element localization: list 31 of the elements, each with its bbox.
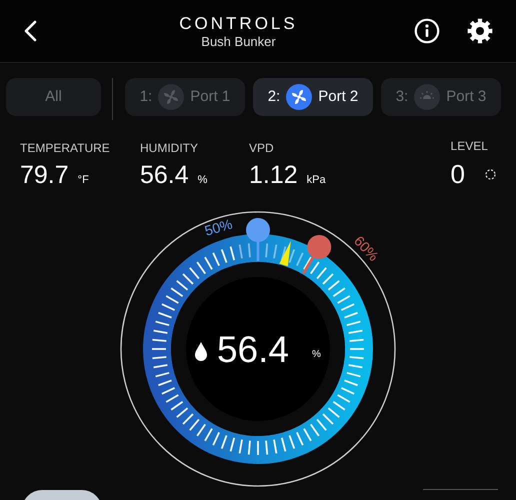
lamp-icon	[414, 84, 440, 110]
back-icon[interactable]	[23, 20, 37, 42]
fan-icon	[286, 84, 312, 110]
level-value: 0	[450, 161, 465, 187]
reading-unit: °F	[78, 174, 89, 186]
reading-label: HUMIDITY	[140, 142, 199, 154]
device-name: Bush Bunker	[201, 32, 276, 51]
level-label: LEVEL	[450, 140, 489, 152]
reading-value: 56.4	[140, 161, 189, 189]
needle	[279, 240, 291, 266]
info-icon[interactable]	[414, 18, 440, 44]
fan-icon	[158, 84, 184, 110]
port-tab[interactable]: 3: Port 3	[381, 78, 501, 116]
reading-unit: %	[198, 174, 208, 186]
port-tab[interactable]: 2: Port 2	[253, 78, 373, 116]
reading-value: 79.7	[20, 161, 69, 189]
reading-value: 1.12	[249, 161, 298, 189]
settings-icon[interactable]	[467, 18, 493, 44]
port-tab[interactable]: All	[6, 78, 101, 116]
setpoint-handle[interactable]	[302, 234, 332, 274]
reading-label: TEMPERATURE	[20, 142, 111, 154]
drop-icon	[195, 342, 207, 361]
gauge-unit: %	[312, 349, 321, 360]
setpoint-label: 50%	[202, 216, 234, 239]
setpoint-handle[interactable]	[246, 218, 270, 261]
reading-label: VPD	[249, 142, 275, 154]
reading-unit: kPa	[306, 174, 326, 186]
port-tab[interactable]: 1: Port 1	[125, 78, 245, 116]
page-title: CONTROLS	[179, 14, 298, 32]
gauge-value: 56.4	[217, 329, 289, 370]
loading-icon	[485, 168, 496, 180]
